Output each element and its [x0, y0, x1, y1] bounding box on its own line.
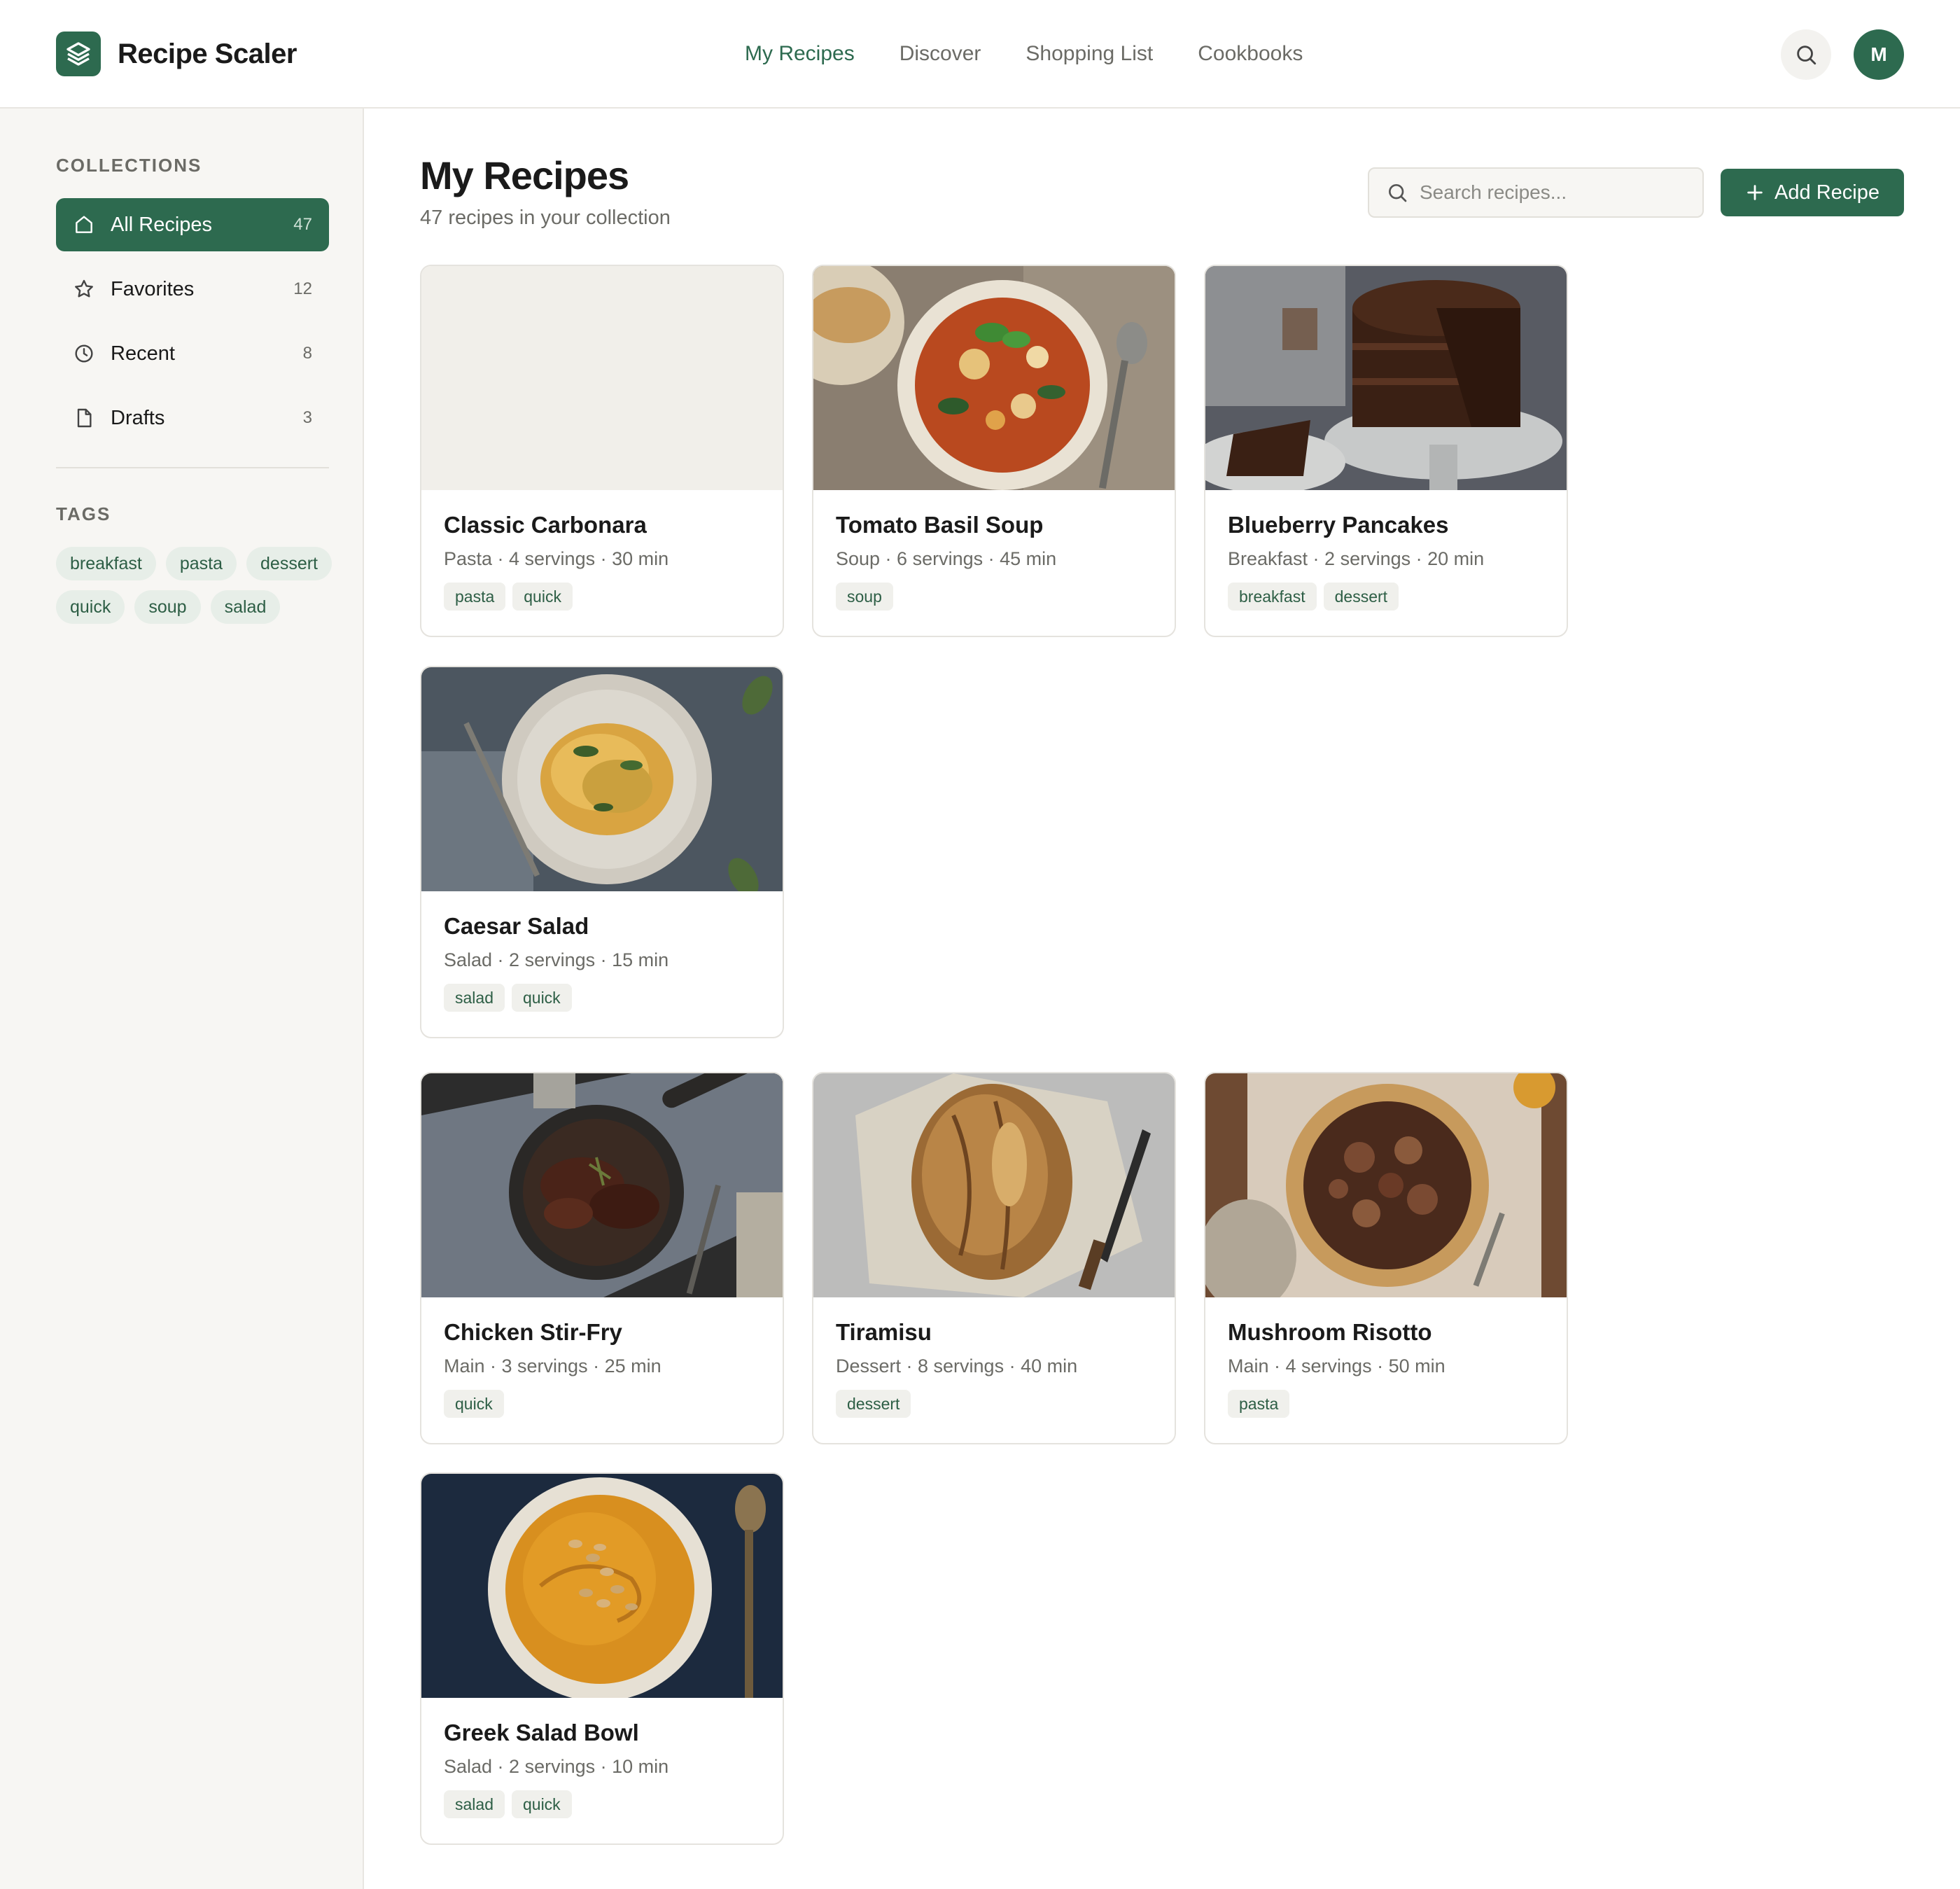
recipe-image-skillet	[421, 1073, 783, 1297]
recipe-tag[interactable]: quick	[511, 984, 572, 1012]
sidebar-divider	[56, 467, 329, 468]
recipe-card-caesar-salad[interactable]: Caesar Salad Salad · 2 servings · 15 min…	[420, 666, 784, 1038]
recipe-card-classic-carbonara[interactable]: Classic Carbonara Pasta · 4 servings · 3…	[420, 265, 784, 637]
sidebar-item-drafts[interactable]: Drafts 3	[56, 391, 329, 445]
tag-pill-salad[interactable]: salad	[210, 590, 281, 624]
recipe-card-tomato-basil-soup[interactable]: Tomato Basil Soup Soup · 6 servings · 45…	[812, 265, 1176, 637]
recipe-tag[interactable]: dessert	[836, 1390, 911, 1418]
recipe-name: Chicken Stir-Fry	[444, 1319, 622, 1345]
recipe-tag[interactable]: pasta	[1228, 1390, 1290, 1418]
recipe-tag[interactable]: breakfast	[1228, 583, 1317, 611]
plus-icon	[1747, 185, 1763, 200]
top-bar: Recipe Scaler My Recipes Discover Shoppi…	[0, 0, 1960, 109]
recipe-tag[interactable]: quick	[444, 1390, 504, 1418]
sidebar-item-label: Recent	[111, 342, 175, 365]
recipe-card-chicken-stir-fry[interactable]: Chicken Stir-Fry Main · 3 servings · 25 …	[420, 1072, 784, 1444]
recipe-tag[interactable]: salad	[444, 984, 505, 1012]
recipe-meta: Main · 4 servings · 50 min	[1228, 1355, 1446, 1376]
recipe-name: Mushroom Risotto	[1228, 1319, 1432, 1345]
recipe-meta: Main · 3 servings · 25 min	[444, 1355, 662, 1376]
app-title: Recipe Scaler	[118, 39, 297, 69]
recipe-meta: Salad · 2 servings · 15 min	[444, 949, 669, 970]
nav-discover[interactable]: Discover	[899, 35, 981, 73]
sidebar-item-label: Drafts	[111, 406, 165, 429]
recipe-tag[interactable]: quick	[511, 1790, 572, 1818]
add-recipe-button[interactable]: Add Recipe	[1721, 169, 1904, 216]
sidebar-item-label: All Recipes	[111, 213, 213, 236]
recipe-meta: Soup · 6 servings · 45 min	[836, 548, 1057, 569]
recipe-name: Tomato Basil Soup	[836, 512, 1044, 538]
add-recipe-label: Add Recipe	[1774, 181, 1879, 204]
search-input[interactable]	[1420, 181, 1686, 204]
sidebar-item-count: 12	[293, 279, 312, 298]
search-box	[1368, 167, 1704, 218]
recipe-tag[interactable]: pasta	[444, 583, 506, 611]
page-subtitle: 47 recipes in your collection	[420, 207, 671, 229]
home-icon	[73, 214, 95, 236]
main-nav: My Recipes Discover Shopping List Cookbo…	[745, 35, 1303, 73]
tag-pill-soup[interactable]: soup	[134, 590, 201, 624]
recipe-image-bread-loaf	[813, 1073, 1175, 1297]
nav-my-recipes[interactable]: My Recipes	[745, 35, 855, 73]
recipe-name: Tiramisu	[836, 1319, 932, 1345]
tag-pill-quick[interactable]: quick	[56, 590, 125, 624]
tags-heading: TAGS	[56, 503, 111, 524]
sidebar-item-count: 3	[302, 408, 312, 427]
tag-pill-dessert[interactable]: dessert	[246, 547, 332, 580]
recipe-image-chocolate-cake	[1205, 266, 1567, 490]
recipe-tag[interactable]: soup	[836, 583, 893, 611]
sidebar-item-favorites[interactable]: Favorites 12	[56, 263, 329, 316]
recipe-image-soup-bowl	[813, 266, 1175, 490]
recipe-tag[interactable]: quick	[512, 583, 573, 611]
recipe-image-placeholder	[421, 266, 783, 490]
sidebar-item-label: Favorites	[111, 277, 195, 300]
sidebar-item-all-recipes[interactable]: All Recipes 47	[56, 198, 329, 251]
recipe-tag[interactable]: dessert	[1323, 583, 1399, 611]
clock-icon	[73, 342, 95, 365]
sidebar-item-count: 47	[293, 215, 312, 234]
nav-cookbooks[interactable]: Cookbooks	[1198, 35, 1303, 73]
sidebar-item-recent[interactable]: Recent 8	[56, 327, 329, 380]
recipe-tag[interactable]: salad	[444, 1790, 505, 1818]
recipe-meta: Dessert · 8 servings · 40 min	[836, 1355, 1078, 1376]
user-avatar[interactable]: M	[1854, 29, 1904, 80]
nav-shopping-list[interactable]: Shopping List	[1026, 35, 1153, 73]
recipe-card-greek-salad-bowl[interactable]: Greek Salad Bowl Salad · 2 servings · 10…	[420, 1472, 784, 1845]
sidebar-item-count: 8	[302, 344, 312, 363]
tag-pill-breakfast[interactable]: breakfast	[56, 547, 156, 580]
recipe-image-pasta-plate	[421, 667, 783, 891]
recipe-name: Classic Carbonara	[444, 512, 647, 538]
recipe-name: Blueberry Pancakes	[1228, 512, 1449, 538]
sidebar: COLLECTIONS All Recipes 47 Favorites 12 …	[0, 109, 364, 1889]
tag-pill-pasta[interactable]: pasta	[165, 547, 237, 580]
recipe-name: Greek Salad Bowl	[444, 1720, 639, 1745]
recipe-image-squash-soup	[421, 1474, 783, 1698]
recipe-meta: Salad · 2 servings · 10 min	[444, 1756, 669, 1777]
page-title: My Recipes	[420, 153, 629, 197]
star-icon	[73, 278, 95, 300]
tag-list: breakfast pasta dessert quick soup salad	[56, 547, 336, 624]
recipe-card-mushroom-risotto[interactable]: Mushroom Risotto Main · 4 servings · 50 …	[1204, 1072, 1568, 1444]
search-icon	[1389, 184, 1407, 202]
recipe-image-galette	[1205, 1073, 1567, 1297]
recipe-card-blueberry-pancakes[interactable]: Blueberry Pancakes Breakfast · 2 serving…	[1204, 265, 1568, 637]
recipe-meta: Breakfast · 2 servings · 20 min	[1228, 548, 1485, 569]
recipe-name: Caesar Salad	[444, 913, 589, 939]
search-icon	[1797, 46, 1816, 65]
recipe-meta: Pasta · 4 servings · 30 min	[444, 548, 669, 569]
recipe-card-tiramisu[interactable]: Tiramisu Dessert · 8 servings · 40 min d…	[812, 1072, 1176, 1444]
search-button[interactable]	[1781, 29, 1831, 80]
file-icon	[73, 407, 95, 429]
collections-heading: COLLECTIONS	[56, 155, 202, 176]
layers-logo-icon[interactable]	[56, 32, 101, 76]
